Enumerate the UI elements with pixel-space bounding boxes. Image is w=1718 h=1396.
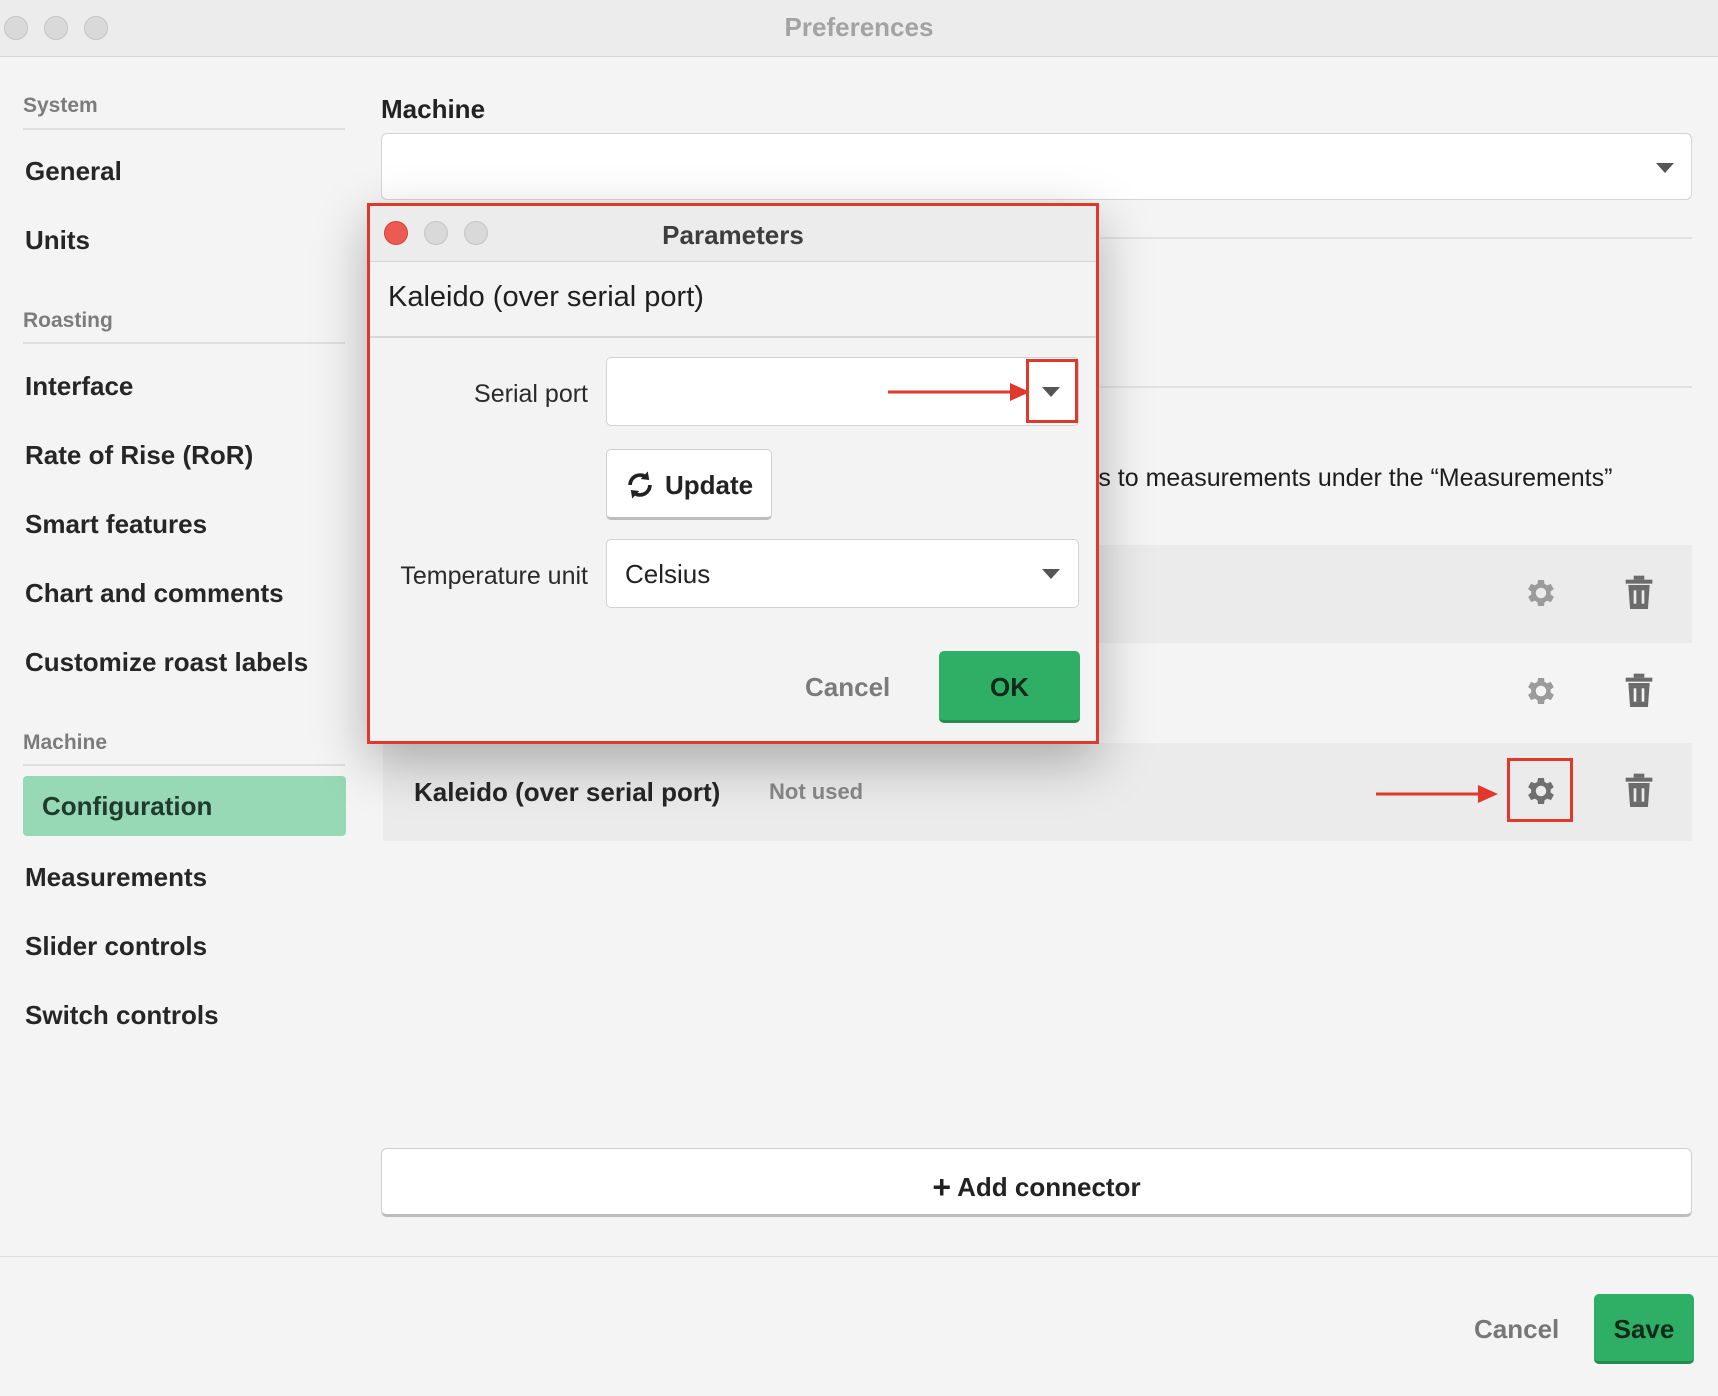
temperature-unit-select[interactable]: Celsius (606, 539, 1079, 608)
sidebar-item-general[interactable]: General (25, 156, 122, 187)
machine-select[interactable] (381, 133, 1692, 200)
dialog-title-bar: Parameters (370, 206, 1096, 262)
sidebar-item-slider-controls[interactable]: Slider controls (25, 931, 207, 962)
parameters-dialog: Parameters Kaleido (over serial port) Se… (367, 203, 1099, 744)
save-button-label: Save (1613, 1314, 1675, 1344)
chevron-down-icon (1042, 569, 1060, 579)
plus-icon: + (932, 1169, 952, 1205)
divider (1100, 237, 1692, 239)
sidebar-item-label: Configuration (42, 791, 213, 821)
connectors-description: rs to measurements under the “Measuremen… (1090, 464, 1613, 492)
dialog-cancel-button[interactable]: Cancel (805, 672, 890, 703)
dialog-divider (370, 336, 1096, 338)
sidebar-item-rate-of-rise[interactable]: Rate of Rise (RoR) (25, 440, 253, 471)
machine-heading: Machine (381, 94, 486, 124)
connector-name: Kaleido (over serial port) (414, 777, 721, 807)
chevron-down-icon (1656, 163, 1674, 173)
refresh-icon (628, 471, 652, 499)
sidebar-section-machine: Machine (23, 731, 108, 754)
gear-icon[interactable] (1523, 673, 1559, 709)
sidebar-item-smart-features[interactable]: Smart features (25, 509, 207, 540)
dialog-ok-button[interactable]: OK (939, 651, 1080, 723)
sidebar-item-switch-controls[interactable]: Switch controls (25, 1000, 219, 1031)
cancel-button[interactable]: Cancel (1474, 1314, 1559, 1345)
add-connector-label: Add connector (957, 1172, 1141, 1202)
sidebar-divider (23, 764, 345, 766)
sidebar-item-interface[interactable]: Interface (25, 371, 133, 402)
serial-port-label: Serial port (474, 380, 588, 408)
temperature-unit-value: Celsius (625, 559, 711, 589)
sidebar-divider (23, 128, 345, 130)
dialog-heading: Kaleido (over serial port) (388, 281, 704, 313)
save-button[interactable]: Save (1594, 1294, 1694, 1364)
sidebar-section-roasting: Roasting (23, 309, 113, 332)
preferences-window: Preferences System General Units Roastin… (0, 0, 1718, 1396)
arrow-right-icon (1376, 785, 1498, 803)
trash-icon[interactable] (1623, 673, 1655, 709)
sidebar-item-measurements[interactable]: Measurements (25, 862, 207, 893)
temperature-unit-label: Temperature unit (400, 562, 588, 590)
gear-highlight-box (1507, 758, 1573, 822)
trash-icon[interactable] (1623, 773, 1655, 809)
gear-icon[interactable] (1523, 575, 1559, 611)
trash-icon[interactable] (1623, 575, 1655, 611)
footer-divider (0, 1256, 1718, 1257)
update-button-label: Update (665, 470, 754, 500)
arrow-right-icon (888, 383, 1030, 401)
sidebar-item-units[interactable]: Units (25, 225, 90, 256)
sidebar-item-configuration[interactable]: Configuration (23, 776, 346, 836)
window-title: Preferences (784, 12, 934, 42)
dialog-ok-label: OK (990, 672, 1029, 702)
sidebar-item-chart-and-comments[interactable]: Chart and comments (25, 578, 284, 609)
divider (1100, 386, 1692, 388)
update-button[interactable]: Update (606, 449, 772, 520)
title-bar: Preferences (0, 0, 1718, 57)
sidebar-section-system: System (23, 94, 98, 117)
serial-port-caret-highlight-box (1026, 359, 1078, 423)
sidebar-item-customize-roast-labels[interactable]: Customize roast labels (25, 647, 308, 678)
add-connector-button[interactable]: + Add connector (381, 1148, 1692, 1217)
sidebar-divider (23, 342, 345, 344)
connector-status: Not used (769, 779, 864, 804)
dialog-title: Parameters (662, 220, 804, 250)
